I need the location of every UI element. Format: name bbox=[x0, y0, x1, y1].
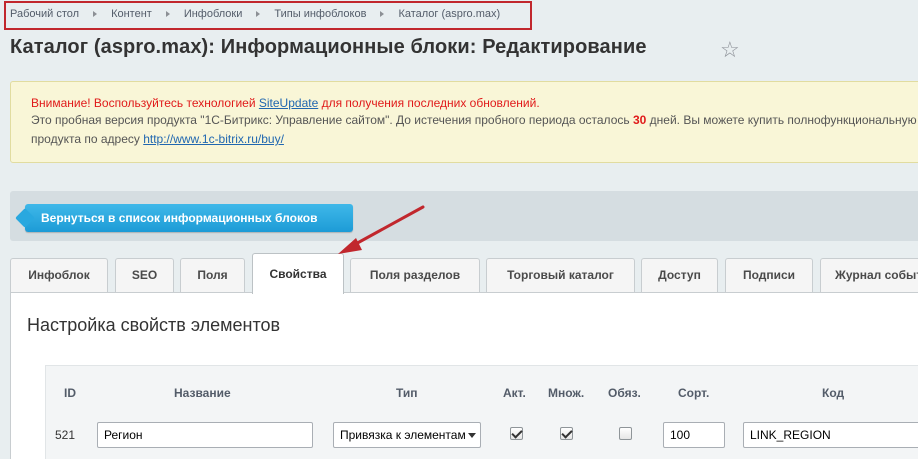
code-input[interactable]: LINK_REGION bbox=[743, 422, 918, 448]
header-multiple: Множ. bbox=[548, 386, 585, 400]
page-title: Каталог (aspro.max): Информационные блок… bbox=[10, 36, 647, 58]
header-type: Тип bbox=[396, 386, 418, 400]
annotation-arrow-icon bbox=[338, 205, 425, 254]
breadcrumb-item-iblock-types[interactable]: Типы инфоблоков bbox=[274, 8, 366, 20]
trial-notice: Внимание! Воспользуйтесь технологией Sit… bbox=[10, 81, 918, 163]
trial-text-end: дней. Вы можете купить полнофункциональн… bbox=[649, 113, 918, 127]
breadcrumb-item-iblocks[interactable]: Инфоблоки bbox=[184, 8, 243, 20]
breadcrumb-separator-icon bbox=[380, 11, 385, 17]
warning-text-end: для получения последних обновлений. bbox=[318, 96, 540, 110]
properties-table: ID Название Тип Акт. Множ. Обяз. Сорт. К… bbox=[45, 365, 918, 459]
siteupdate-link[interactable]: SiteUpdate bbox=[259, 96, 318, 110]
trial-days: 30 bbox=[632, 113, 647, 127]
required-checkbox[interactable] bbox=[619, 427, 632, 440]
header-code: Код bbox=[822, 386, 845, 400]
tab-section-fields[interactable]: Поля разделов bbox=[350, 258, 480, 292]
breadcrumb-separator-icon bbox=[165, 11, 170, 17]
tab-iblock[interactable]: Инфоблок bbox=[10, 258, 108, 292]
buy-link[interactable]: http://www.1c-bitrix.ru/buy/ bbox=[143, 132, 284, 146]
header-name: Название bbox=[174, 386, 231, 400]
header-active: Акт. bbox=[503, 386, 526, 400]
chevron-down-icon bbox=[468, 433, 476, 438]
tab-captions[interactable]: Подписи bbox=[725, 258, 813, 292]
breadcrumb-separator-icon bbox=[256, 11, 261, 17]
warning-text: Внимание! Воспользуйтесь технологией bbox=[31, 96, 259, 110]
favorite-star-icon[interactable]: ☆ bbox=[720, 39, 740, 61]
address-text: продукта по адресу bbox=[31, 132, 144, 146]
toolbar: Вернуться в список информационных блоков bbox=[10, 191, 918, 241]
breadcrumb-item-desktop[interactable]: Рабочий стол bbox=[10, 8, 79, 20]
property-name-input[interactable]: Регион bbox=[97, 422, 313, 448]
back-to-list-button[interactable]: Вернуться в список информационных блоков bbox=[25, 204, 353, 232]
tab-access[interactable]: Доступ bbox=[641, 258, 718, 292]
tab-event-log[interactable]: Журнал событий bbox=[820, 258, 918, 292]
breadcrumb: Рабочий стол Контент Инфоблоки Типы инфо… bbox=[10, 8, 500, 20]
section-title: Настройка свойств элементов bbox=[27, 315, 281, 335]
trial-text: Это пробная версия продукта "1С-Битрикс:… bbox=[31, 113, 918, 127]
header-sort: Сорт. bbox=[678, 386, 710, 400]
buy-address: продукта по адресу http://www.1c-bitrix.… bbox=[31, 132, 284, 146]
property-type-value: Привязка к элементам bbox=[340, 428, 466, 442]
active-checkbox[interactable] bbox=[510, 427, 523, 440]
breadcrumb-separator-icon bbox=[93, 11, 98, 17]
update-warning: Внимание! Воспользуйтесь технологией Sit… bbox=[31, 96, 540, 110]
tab-fields[interactable]: Поля bbox=[180, 258, 245, 292]
sort-input[interactable]: 100 bbox=[663, 422, 725, 448]
tab-trade-catalog[interactable]: Торговый каталог bbox=[486, 258, 635, 292]
breadcrumb-item-catalog[interactable]: Каталог (aspro.max) bbox=[398, 8, 500, 20]
breadcrumb-item-content[interactable]: Контент bbox=[111, 8, 152, 20]
multiple-checkbox[interactable] bbox=[560, 427, 573, 440]
trial-text-start: Это пробная версия продукта "1С-Битрикс:… bbox=[31, 113, 633, 127]
back-button-label: Вернуться в список информационных блоков bbox=[41, 211, 318, 225]
header-required: Обяз. bbox=[608, 386, 641, 400]
tab-seo[interactable]: SEO bbox=[115, 258, 174, 292]
property-type-select[interactable]: Привязка к элементам bbox=[333, 422, 481, 448]
header-id: ID bbox=[64, 386, 76, 400]
property-id: 521 bbox=[55, 428, 76, 442]
properties-panel: Настройка свойств элементов ID Название … bbox=[10, 292, 918, 459]
